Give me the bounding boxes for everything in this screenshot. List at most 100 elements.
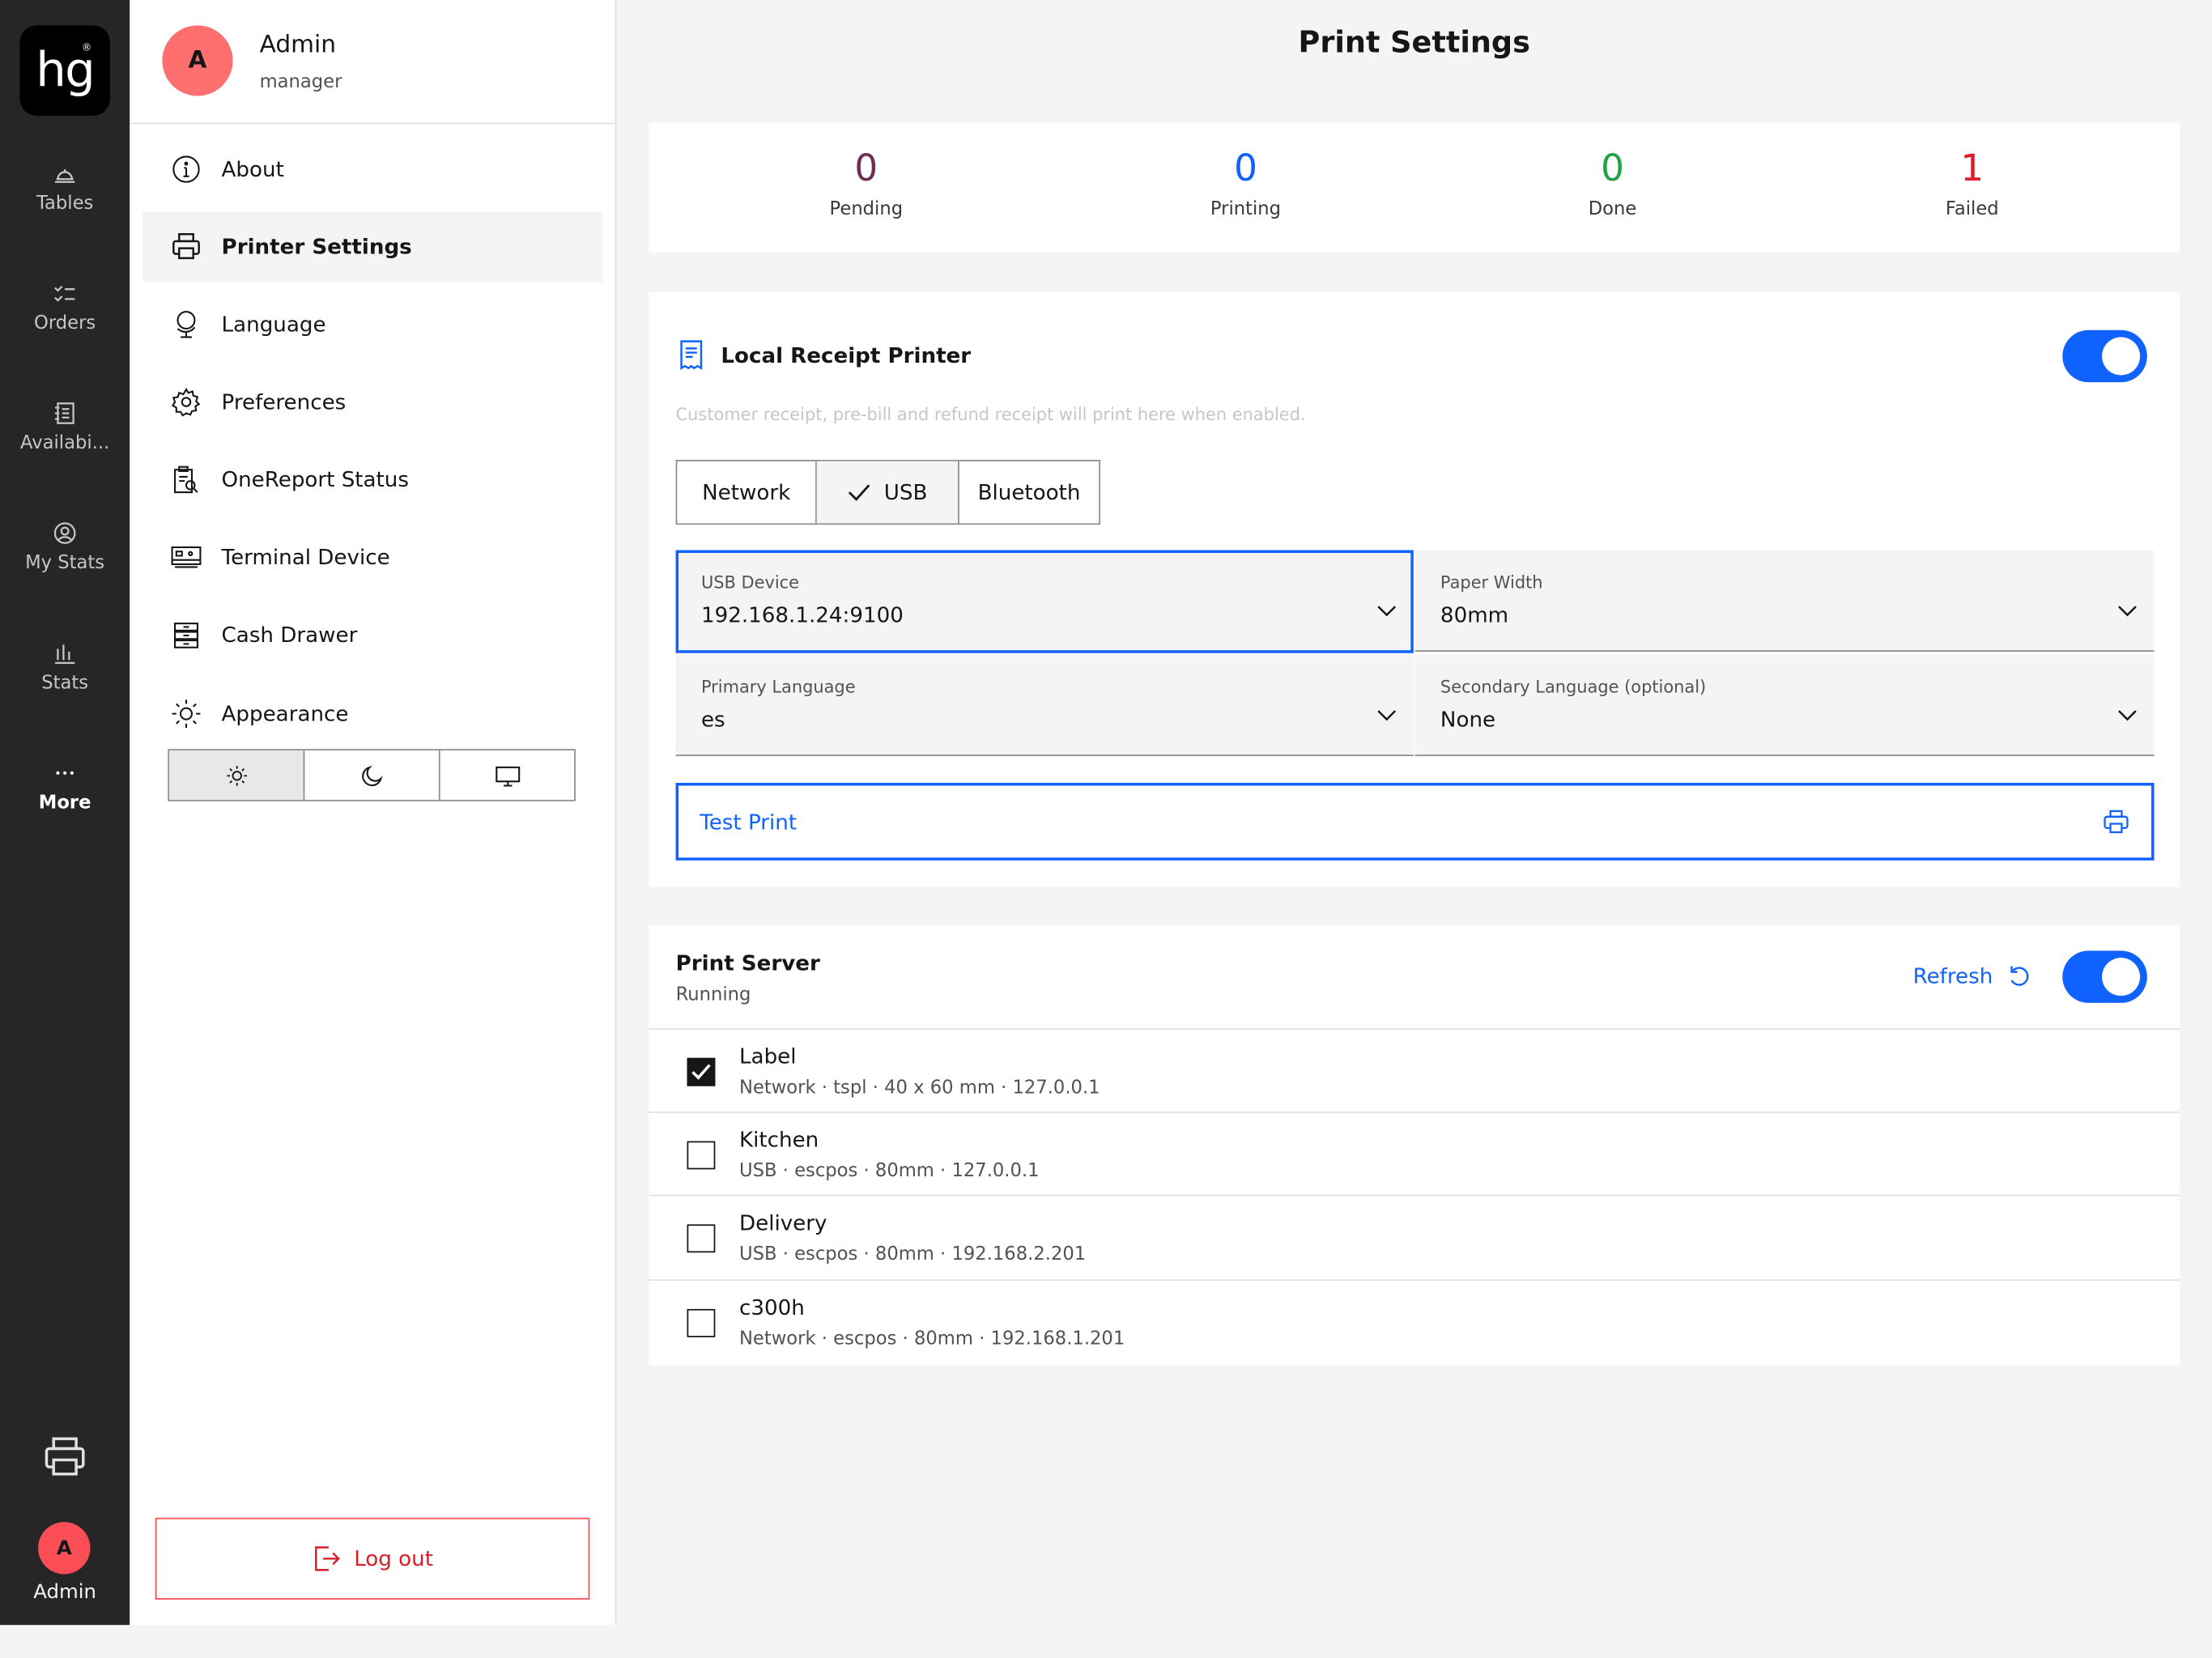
rail-item-more[interactable]: More: [0, 760, 130, 814]
menu-item-label: Terminal Device: [221, 544, 390, 570]
refresh-icon: [2010, 966, 2028, 986]
moon-icon: [361, 764, 382, 786]
receipt-icon: [680, 340, 703, 370]
rail-item-label: My Stats: [25, 553, 105, 575]
menu-item-terminal-device[interactable]: Terminal Device: [143, 522, 602, 593]
rail-item-my-stats[interactable]: My Stats: [0, 521, 130, 574]
toggle-knob: [2102, 337, 2141, 376]
rail-item-stats[interactable]: Stats: [0, 640, 130, 694]
theme-light-button[interactable]: [169, 750, 305, 800]
refresh-button[interactable]: Refresh: [1913, 963, 2031, 988]
local-printer-description: Customer receipt, pre-bill and refund re…: [675, 405, 1306, 425]
theme-dark-button[interactable]: [304, 750, 440, 800]
stat-value: 0: [1234, 147, 1257, 191]
print-server-toggle[interactable]: [2062, 950, 2147, 1003]
stat-value: 0: [1601, 147, 1624, 191]
secondary-language-select[interactable]: Secondary Language (optional) None: [1414, 654, 2155, 756]
rail-item-orders[interactable]: Orders: [0, 281, 130, 334]
chevron-down-icon: [1377, 710, 1397, 721]
connection-usb-button[interactable]: USB: [816, 461, 959, 524]
printer-checkbox[interactable]: [687, 1224, 716, 1253]
brand-logo[interactable]: hg ®: [19, 25, 110, 116]
menu-item-appearance[interactable]: Appearance: [143, 678, 602, 749]
field-value: 192.168.1.24:9100: [700, 602, 904, 628]
field-label: Paper Width: [1440, 572, 1543, 593]
printer-name: c300h: [738, 1295, 805, 1320]
nav-rail: hg ® Tables Orders Availabi... My Stats S…: [0, 0, 130, 1626]
menu-item-about[interactable]: About: [143, 134, 602, 205]
logout-button[interactable]: Log out: [155, 1517, 590, 1600]
drawer-icon: [174, 623, 198, 648]
menu-item-onereport-status[interactable]: OneReport Status: [143, 444, 602, 515]
primary-language-select[interactable]: Primary Language es: [675, 654, 1414, 756]
monitor-icon: [495, 765, 520, 786]
printer-row: c300h Network · escpos · 80mm · 192.168.…: [649, 1279, 2180, 1365]
menu-item-cash-drawer[interactable]: Cash Drawer: [143, 599, 602, 670]
chevron-down-icon: [1377, 606, 1397, 617]
checkmark-icon: [848, 484, 870, 501]
local-printer-title: Local Receipt Printer: [721, 342, 972, 368]
field-value: es: [700, 706, 725, 733]
rail-item-label: Stats: [41, 673, 89, 695]
printer-icon: [2104, 810, 2129, 834]
catalog-icon: [54, 402, 74, 424]
connection-network-button[interactable]: Network: [677, 461, 817, 524]
page-title: Print Settings: [1298, 25, 1530, 60]
menu-item-label: OneReport Status: [221, 466, 410, 493]
settings-sidebar: A Admin manager About Printer Settings L…: [130, 0, 617, 1626]
menu-item-preferences[interactable]: Preferences: [143, 367, 602, 437]
menu-item-label: Cash Drawer: [221, 622, 358, 648]
stat-value: 1: [1960, 147, 1984, 191]
printer-checkbox[interactable]: [687, 1308, 716, 1337]
theme-system-button[interactable]: [440, 750, 575, 800]
theme-switcher: [168, 749, 576, 801]
field-value: 80mm: [1440, 602, 1509, 628]
printer-name: Label: [738, 1044, 797, 1069]
stat-label: Failed: [1945, 198, 1999, 220]
globe-icon: [177, 311, 196, 338]
menu-item-label: Language: [221, 312, 326, 338]
terminal-icon: [171, 546, 202, 568]
printer-name: Delivery: [738, 1209, 827, 1236]
rail-avatar[interactable]: A: [38, 1521, 91, 1575]
logout-label: Log out: [354, 1545, 434, 1571]
overflow-icon: [56, 771, 74, 775]
rail-printer-button[interactable]: [42, 1436, 87, 1484]
printer-detail: USB · escpos · 80mm · 127.0.0.1: [738, 1160, 1040, 1183]
user-avatar-icon: [53, 522, 76, 544]
field-value: None: [1440, 706, 1496, 733]
checkmark-icon: [691, 1064, 711, 1080]
rail-item-label: More: [38, 793, 91, 814]
menu-item-printer-settings[interactable]: Printer Settings: [142, 211, 602, 283]
paper-width-select[interactable]: Paper Width 80mm: [1414, 550, 2155, 652]
print-server-title: Print Server: [675, 950, 820, 976]
field-label: Primary Language: [700, 677, 856, 697]
rail-item-availability[interactable]: Availabi...: [0, 401, 130, 454]
test-print-button[interactable]: Test Print: [675, 783, 2155, 861]
gear-icon: [172, 387, 201, 417]
menu-item-language[interactable]: Language: [143, 289, 602, 359]
usb-device-select[interactable]: USB Device 192.168.1.24:9100: [675, 550, 1414, 653]
stat-failed: 1 Failed: [1859, 151, 2085, 219]
printer-checkbox[interactable]: [687, 1057, 716, 1086]
printer-checkbox[interactable]: [687, 1141, 716, 1170]
print-server-card: Print Server Running Refresh Label Netwo…: [649, 925, 2180, 1366]
local-printer-toggle[interactable]: [2062, 329, 2147, 383]
printer-icon: [172, 233, 200, 260]
menu-item-label: Preferences: [221, 389, 347, 415]
stat-label: Done: [1588, 198, 1637, 220]
rail-item-tables[interactable]: Tables: [0, 161, 130, 215]
refresh-label: Refresh: [1912, 963, 1993, 989]
printer-detail: Network · tspl · 40 x 60 mm · 127.0.0.1: [738, 1078, 1100, 1099]
local-receipt-printer-card: Local Receipt Printer Customer receipt, …: [649, 291, 2180, 887]
connection-bluetooth-button[interactable]: Bluetooth: [959, 461, 1099, 524]
menu-item-label: About: [221, 156, 284, 182]
logout-icon: [314, 1546, 340, 1571]
rail-item-label: Tables: [36, 193, 94, 215]
bar-chart-icon: [54, 644, 75, 665]
toggle-knob: [2102, 958, 2141, 997]
stat-value: 0: [854, 147, 878, 191]
info-icon: [172, 155, 200, 183]
rail-item-label: Availabi...: [20, 432, 110, 455]
bell-icon: [54, 169, 75, 183]
